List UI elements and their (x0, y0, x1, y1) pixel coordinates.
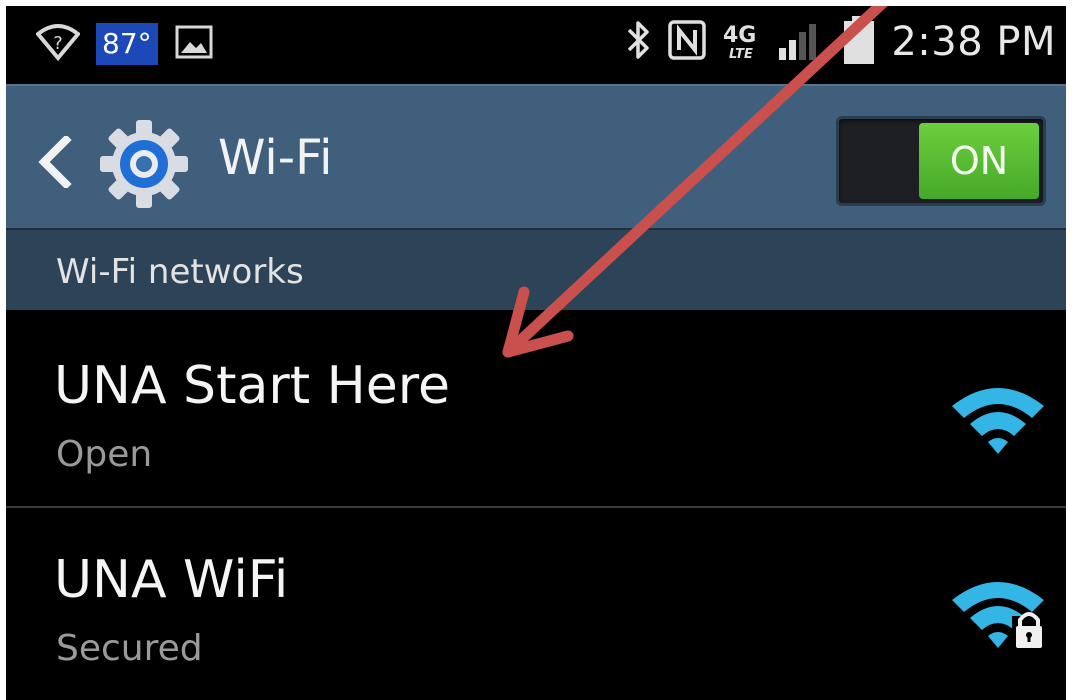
phone-screen: ? 87° 4G LTE 2:38 PM Wi-Fi ON Wi-Fi netw… (6, 6, 1066, 700)
annotation-arrow (502, 6, 888, 358)
